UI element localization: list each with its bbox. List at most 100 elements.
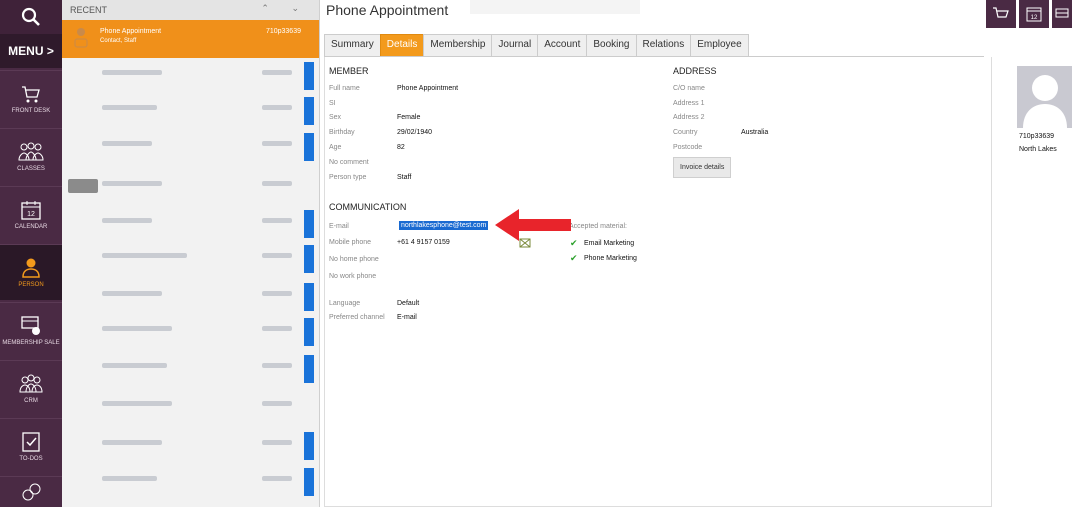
- cart-button[interactable]: [986, 0, 1016, 28]
- cart-icon: [993, 7, 1009, 18]
- mobile-phone-value[interactable]: +61 4 9157 0159: [397, 239, 450, 246]
- invoice-details-button[interactable]: Invoice details: [673, 157, 732, 178]
- field-label: Birthday: [329, 129, 355, 136]
- search-button[interactable]: [0, 0, 62, 34]
- field-label: No home phone: [329, 256, 379, 263]
- nav-person[interactable]: PERSON: [0, 244, 62, 300]
- field-label: Mobile phone: [329, 239, 372, 246]
- full-name-value[interactable]: Phone Appointment: [397, 85, 458, 92]
- field-label: E-mail: [329, 223, 349, 230]
- calendar-day-number: 12: [27, 211, 35, 218]
- person-icon: [22, 258, 40, 278]
- age-value: 82: [397, 144, 405, 151]
- list-item[interactable]: [62, 173, 318, 203]
- accepted-material-label: Accepted material:: [569, 223, 627, 230]
- list-item[interactable]: [62, 318, 318, 348]
- person-silhouette-icon: [1023, 75, 1067, 128]
- nav-label: MEMBERSHIP SALE: [2, 339, 60, 346]
- person-avatar-icon: [74, 28, 88, 48]
- list-item[interactable]: [62, 245, 318, 275]
- language-value[interactable]: Default: [397, 300, 419, 307]
- field-label: Address 1: [673, 100, 705, 107]
- tab-relations[interactable]: Relations: [635, 34, 692, 56]
- calendar-icon: 12: [21, 200, 41, 220]
- email-field[interactable]: northlakesphone@test.com: [399, 221, 489, 230]
- communication-heading: COMMUNICATION: [329, 202, 407, 212]
- birthday-value[interactable]: 29/02/1940: [397, 129, 432, 136]
- nav-todos[interactable]: TO-DOS: [0, 418, 62, 474]
- nav-label: CLASSES: [17, 165, 45, 172]
- phone-marketing-label: Phone Marketing: [584, 255, 637, 262]
- tab-details[interactable]: Details: [379, 34, 425, 56]
- red-arrow-annotation: [495, 209, 571, 241]
- tab-membership[interactable]: Membership: [423, 34, 493, 56]
- country-value[interactable]: Australia: [741, 129, 768, 136]
- calendar-day-number: 12: [1031, 15, 1038, 21]
- coins-icon: [22, 483, 41, 501]
- list-item[interactable]: [62, 468, 318, 498]
- collapse-arrows[interactable]: ⌃ ⌄: [261, 3, 309, 14]
- preferred-channel-value[interactable]: E-mail: [397, 314, 417, 321]
- register-button[interactable]: [1052, 0, 1072, 28]
- tab-booking[interactable]: Booking: [586, 34, 637, 56]
- check-icon: ✔: [570, 253, 578, 263]
- detail-pane: Phone Appointment 12 Summary Details Mem…: [320, 0, 1072, 507]
- field-label: No comment: [329, 159, 369, 166]
- person-type-value[interactable]: Staff: [397, 174, 411, 181]
- field-label: Age: [329, 144, 342, 151]
- recent-title: RECENT: [70, 5, 108, 15]
- tab-journal[interactable]: Journal: [491, 34, 539, 56]
- member-heading: MEMBER: [329, 66, 369, 76]
- nav-label: CALENDAR: [14, 223, 48, 230]
- search-icon: [21, 7, 40, 26]
- email-marketing-label: Email Marketing: [584, 240, 635, 247]
- nav-label: FRONT DESK: [11, 107, 51, 114]
- address-heading: ADDRESS: [673, 66, 717, 76]
- list-item[interactable]: [62, 393, 318, 423]
- recent-item-sub: Contact, Staff: [100, 38, 137, 44]
- detail-tabs: Summary Details Membership Journal Accou…: [324, 34, 984, 57]
- recent-panel: RECENT ⌃ ⌄ Phone Appointment Contact, St…: [62, 0, 320, 507]
- recent-item-code: 710p33639: [265, 28, 301, 35]
- calendar-icon: 12: [1026, 7, 1042, 22]
- top-toolbar: 12: [986, 0, 1072, 28]
- page-title: Phone Appointment: [326, 2, 449, 18]
- field-label: C/O name: [673, 85, 705, 92]
- recent-selected-item[interactable]: Phone Appointment Contact, Staff 710p336…: [62, 20, 319, 58]
- main-nav: MENU > FRONT DESK CLASSES 12 CALENDAR PE…: [0, 0, 62, 507]
- tab-employee[interactable]: Employee: [690, 34, 749, 56]
- photo-location: North Lakes: [1019, 146, 1057, 153]
- field-label: Address 2: [673, 114, 705, 121]
- membership-icon: [21, 315, 40, 335]
- crm-icon: [19, 374, 43, 392]
- field-label: Person type: [329, 174, 367, 181]
- list-item[interactable]: [62, 97, 318, 127]
- checklist-icon: [22, 431, 40, 452]
- list-item[interactable]: [62, 355, 318, 385]
- list-item[interactable]: [62, 133, 318, 163]
- field-label: SI: [329, 100, 336, 107]
- nav-label: CRM: [24, 397, 38, 404]
- field-label: No work phone: [329, 273, 377, 280]
- avatar[interactable]: [1017, 66, 1072, 128]
- photo-member-code: 710p33639: [1019, 133, 1055, 140]
- field-label: Full name: [329, 85, 360, 92]
- details-panel: MEMBER Full name Phone Appointment SI Se…: [324, 57, 992, 507]
- menu-button[interactable]: MENU >: [0, 34, 62, 68]
- nav-front-desk[interactable]: FRONT DESK: [0, 70, 62, 126]
- list-item[interactable]: [62, 210, 318, 240]
- recent-item-name: Phone Appointment: [100, 28, 162, 35]
- nav-more[interactable]: [0, 476, 62, 507]
- list-item[interactable]: [62, 432, 318, 462]
- nav-crm[interactable]: CRM: [0, 360, 62, 416]
- nav-calendar[interactable]: 12 CALENDAR: [0, 186, 62, 242]
- list-item[interactable]: [62, 283, 318, 313]
- field-label: Language: [329, 300, 361, 307]
- list-item[interactable]: [62, 62, 318, 92]
- calendar-button[interactable]: 12: [1019, 0, 1049, 28]
- tab-account[interactable]: Account: [537, 34, 588, 56]
- tab-summary[interactable]: Summary: [324, 34, 381, 56]
- nav-classes[interactable]: CLASSES: [0, 128, 62, 184]
- sex-value[interactable]: Female: [397, 114, 420, 121]
- nav-membership-sale[interactable]: MEMBERSHIP SALE: [0, 302, 62, 358]
